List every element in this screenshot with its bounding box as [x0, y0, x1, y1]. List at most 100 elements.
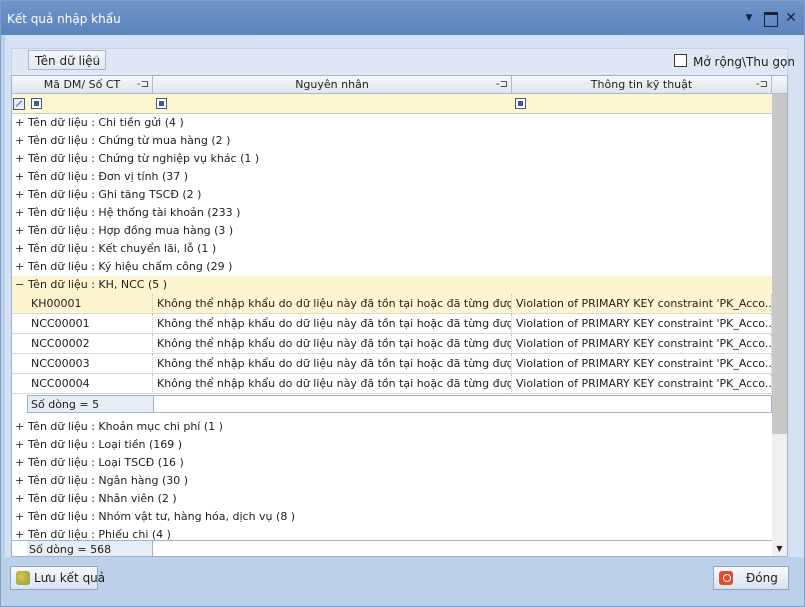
group-row[interactable]: + Tên dữ liệu : Hợp đồng mua hàng (3 ): [12, 222, 772, 240]
group-row[interactable]: + Tên dữ liệu : Nhóm vật tư, hàng hóa, dị…: [12, 508, 772, 526]
cell-reason[interactable]: Không thể nhập khẩu do dữ liệu này đã tồ…: [153, 374, 512, 394]
group-row-label: Tên dữ liệu : Khoản mục chi phí (1 ): [28, 420, 223, 433]
vertical-scrollbar[interactable]: ▼: [772, 94, 787, 556]
group-row[interactable]: + Tên dữ liệu : Nhân viên (2 ): [12, 490, 772, 508]
pin-icon[interactable]: -⊐: [137, 76, 149, 93]
expand-icon[interactable]: +: [15, 456, 24, 469]
expand-icon[interactable]: +: [15, 134, 24, 147]
cell-code[interactable]: NCC00001: [27, 314, 153, 334]
table-row[interactable]: NCC00001 Không thể nhập khẩu do dữ liệu n…: [12, 314, 772, 334]
cell-reason[interactable]: Không thể nhập khẩu do dữ liệu này đã tồ…: [153, 354, 512, 374]
cell-code[interactable]: NCC00004: [27, 374, 153, 394]
expand-icon[interactable]: +: [15, 224, 24, 237]
group-row[interactable]: + Tên dữ liệu : Ngân hàng (30 ): [12, 472, 772, 490]
cell-reason[interactable]: Không thể nhập khẩu do dữ liệu này đã tồ…: [153, 314, 512, 334]
group-by-label: Tên dữ liệu: [35, 54, 101, 68]
cell-reason[interactable]: Không thể nhập khẩu do dữ liệu này đã tồ…: [153, 294, 512, 314]
group-row[interactable]: + Tên dữ liệu : Đơn vị tính (37 ): [12, 168, 772, 186]
group-row[interactable]: + Tên dữ liệu : Kết chuyển lãi, lỗ (1 ): [12, 240, 772, 258]
title-bar: Kết quả nhập khẩu ▼ ✕: [1, 1, 804, 35]
group-row-label: Tên dữ liệu : Loại TSCĐ (16 ): [28, 456, 184, 469]
expand-icon[interactable]: +: [15, 510, 24, 523]
scrollbar-thumb[interactable]: [772, 94, 787, 434]
group-row[interactable]: + Tên dữ liệu : Loại TSCĐ (16 ): [12, 454, 772, 472]
collapse-icon[interactable]: −: [15, 278, 24, 291]
expand-icon[interactable]: +: [15, 260, 24, 273]
cell-tech-info[interactable]: Violation of PRIMARY KEY constraint 'PK_…: [512, 294, 772, 314]
grid-header: Mã DM/ Số CT -⊐ Nguyên nhân -⊐ Thông tin…: [12, 76, 787, 94]
expand-icon[interactable]: +: [15, 474, 24, 487]
cell-code[interactable]: KH00001: [27, 294, 153, 314]
group-row[interactable]: + Tên dữ liệu : Hệ thống tài khoản (233 ): [12, 204, 772, 222]
sort-ascending-icon: △: [93, 54, 100, 64]
group-row[interactable]: + Tên dữ liệu : Ghi tăng TSCĐ (2 ): [12, 186, 772, 204]
result-grid: Mã DM/ Số CT -⊐ Nguyên nhân -⊐ Thông tin…: [11, 75, 788, 557]
pin-icon[interactable]: -⊐: [496, 76, 508, 93]
group-row[interactable]: + Tên dữ liệu : Ký hiệu chấm công (29 ): [12, 258, 772, 276]
pin-icon[interactable]: -⊐: [756, 76, 768, 93]
filter-operator-icon[interactable]: [31, 98, 42, 109]
group-row-label: Tên dữ liệu : Đơn vị tính (37 ): [28, 170, 189, 183]
expand-collapse-checkbox[interactable]: [674, 54, 687, 67]
cell-tech-info[interactable]: Violation of PRIMARY KEY constraint 'PK_…: [512, 314, 772, 334]
import-result-window: Kết quả nhập khẩu ▼ ✕ Tên dữ liệu △ Mở r…: [0, 0, 805, 607]
scroll-down-icon[interactable]: ▼: [772, 541, 787, 556]
cell-tech-info[interactable]: Violation of PRIMARY KEY constraint 'PK_…: [512, 374, 772, 394]
group-row-label: Tên dữ liệu : Loại tiền (169 ): [28, 438, 183, 451]
save-icon: [16, 571, 30, 585]
group-row-count: Số dòng = 5: [28, 396, 154, 412]
expand-icon[interactable]: +: [15, 188, 24, 201]
power-icon: [719, 571, 733, 585]
grid-footer: Số dòng = 568: [12, 540, 772, 556]
expand-icon[interactable]: +: [15, 206, 24, 219]
cell-code[interactable]: NCC00003: [27, 354, 153, 374]
expand-icon[interactable]: +: [15, 152, 24, 165]
group-row[interactable]: + Tên dữ liệu : Chi tiền gửi (4 ): [12, 114, 772, 132]
maximize-icon[interactable]: [762, 10, 778, 27]
group-by-chip[interactable]: Tên dữ liệu △: [28, 50, 106, 70]
expand-icon[interactable]: +: [15, 242, 24, 255]
cell-reason[interactable]: Không thể nhập khẩu do dữ liệu này đã tồ…: [153, 334, 512, 354]
group-row-label: Tên dữ liệu : Kết chuyển lãi, lỗ (1 ): [28, 242, 217, 255]
group-row[interactable]: + Tên dữ liệu : Khoản mục chi phí (1 ): [12, 418, 772, 436]
group-row-label: Tên dữ liệu : Chi tiền gửi (4 ): [28, 116, 184, 129]
expand-icon[interactable]: +: [15, 116, 24, 129]
cell-code[interactable]: NCC00002: [27, 334, 153, 354]
group-row[interactable]: + Tên dữ liệu : Chứng từ mua hàng (2 ): [12, 132, 772, 150]
filter-operator-icon[interactable]: [515, 98, 526, 109]
close-button[interactable]: Đóng: [713, 566, 789, 590]
close-icon[interactable]: ✕: [783, 10, 799, 26]
group-row-label: Tên dữ liệu : Hợp đồng mua hàng (3 ): [28, 224, 234, 237]
window-menu-arrow-icon[interactable]: ▼: [741, 10, 757, 26]
group-row[interactable]: + Tên dữ liệu : Chứng từ nghiệp vụ khác (…: [12, 150, 772, 168]
table-row[interactable]: KH00001 Không thể nhập khẩu do dữ liệu nà…: [12, 294, 772, 314]
group-footer: Số dòng = 5: [27, 395, 772, 413]
group-row-label: Tên dữ liệu : Ngân hàng (30 ): [28, 474, 189, 487]
cell-tech-info[interactable]: Violation of PRIMARY KEY constraint 'PK_…: [512, 354, 772, 374]
group-row-label: Tên dữ liệu : Ghi tăng TSCĐ (2 ): [28, 188, 202, 201]
column-header-reason[interactable]: Nguyên nhân -⊐: [153, 76, 512, 94]
table-row[interactable]: NCC00003 Không thể nhập khẩu do dữ liệu n…: [12, 354, 772, 374]
group-row-label: Tên dữ liệu : Hệ thống tài khoản (233 ): [28, 206, 241, 219]
column-header-tech-info[interactable]: Thông tin kỹ thuật -⊐: [512, 76, 772, 94]
total-row-count: Số dòng = 568: [27, 541, 153, 556]
expand-collapse-label: Mở rộng\Thu gọn: [693, 55, 795, 69]
save-result-button[interactable]: Lưu kết quả: [10, 566, 105, 590]
table-row[interactable]: NCC00002 Không thể nhập khẩu do dữ liệu n…: [12, 334, 772, 354]
column-header-code[interactable]: Mã DM/ Số CT -⊐: [12, 76, 153, 94]
table-row[interactable]: NCC00004 Không thể nhập khẩu do dữ liệu n…: [12, 374, 772, 394]
expand-icon[interactable]: +: [15, 492, 24, 505]
expand-icon[interactable]: +: [15, 438, 24, 451]
group-row-label: Tên dữ liệu : Nhân viên (2 ): [28, 492, 177, 505]
expand-icon[interactable]: +: [15, 420, 24, 433]
group-row-label: Tên dữ liệu : Ký hiệu chấm công (29 ): [28, 260, 233, 273]
cell-tech-info[interactable]: Violation of PRIMARY KEY constraint 'PK_…: [512, 334, 772, 354]
expand-icon[interactable]: +: [15, 170, 24, 183]
group-row[interactable]: − Tên dữ liệu : KH, NCC (5 ): [12, 276, 772, 294]
group-row-label: Tên dữ liệu : Chứng từ nghiệp vụ khác (1…: [28, 152, 260, 165]
filter-operator-icon[interactable]: [156, 98, 167, 109]
group-row-label: Tên dữ liệu : KH, NCC (5 ): [28, 278, 168, 291]
group-row[interactable]: + Tên dữ liệu : Loại tiền (169 ): [12, 436, 772, 454]
filter-row: [12, 94, 772, 114]
filter-editor-icon[interactable]: [13, 98, 25, 110]
